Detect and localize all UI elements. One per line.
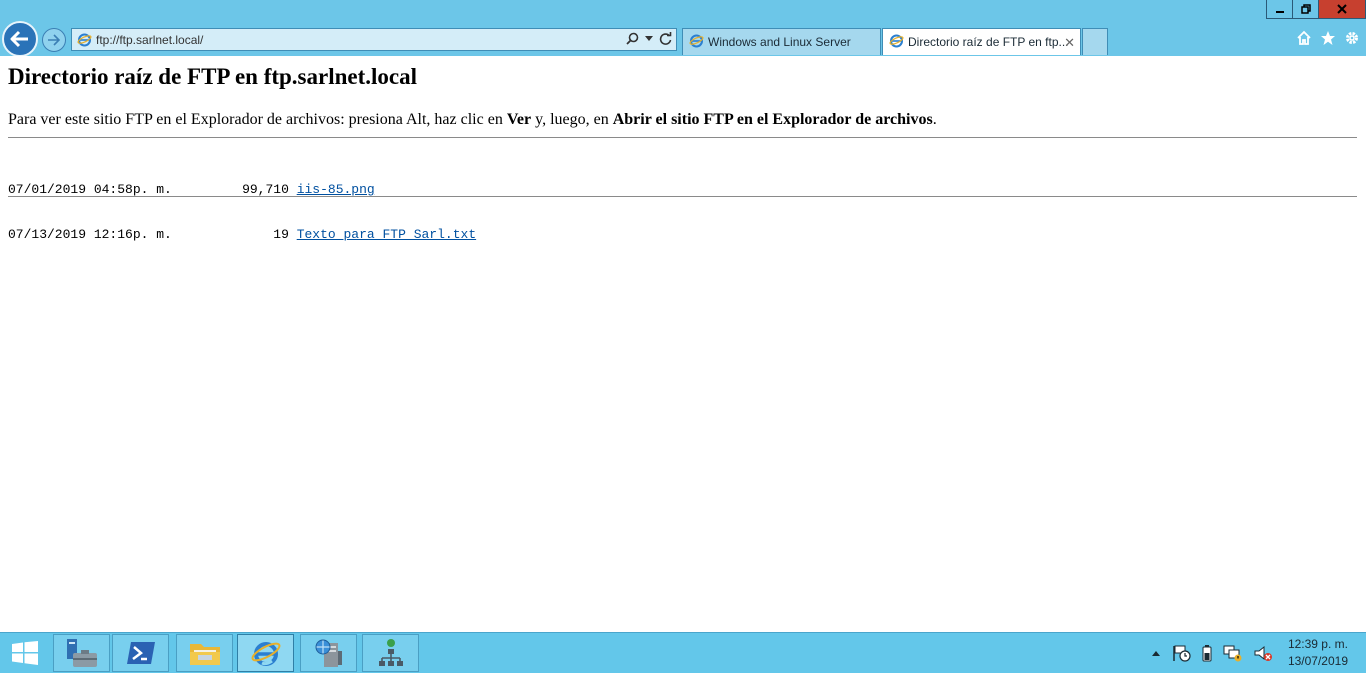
minimize-button[interactable] [1266,0,1293,19]
close-tab-icon[interactable]: ✕ [1064,35,1075,51]
file-row: 07/13/2019 12:16p. m. 19 Texto para FTP … [8,227,476,242]
instructions-text: Para ver este sitio FTP en el Explorador… [8,111,937,129]
close-window-button[interactable] [1318,0,1366,19]
server-manager-icon [66,639,97,667]
new-tab-button[interactable] [1082,28,1108,55]
forward-button[interactable] [42,28,66,52]
file-link[interactable]: iis-85.png [297,182,375,197]
instructions-ver: Ver [506,111,532,128]
taskbar-network-tool[interactable] [362,634,419,672]
page-title: Directorio raíz de FTP en ftp.sarlnet.lo… [8,64,418,89]
clock-time: 12:39 p. m. [1287,637,1348,651]
address-input[interactable] [96,31,616,48]
file-listing: 07/01/2019 04:58p. m. 99,710 iis-85.png … [8,152,476,272]
network-icon [378,639,403,666]
forward-arrow-icon [48,34,61,46]
instructions-mid: y, luego, en [531,111,613,128]
action-center-flag-icon[interactable] [1171,644,1191,662]
windows-logo-icon [12,641,38,665]
file-link[interactable]: Texto para FTP Sarl.txt [297,227,476,242]
restore-icon [1300,4,1311,14]
minimize-icon [1275,11,1284,13]
taskbar-internet-explorer[interactable] [237,634,294,672]
taskbar-iis-manager[interactable] [300,634,357,672]
restore-button[interactable] [1292,0,1319,19]
search-icon[interactable] [626,32,639,45]
file-size: 99,710 [242,182,289,197]
battery-icon[interactable] [1201,644,1213,662]
iis-manager-icon [315,639,342,667]
file-date: 07/13/2019 [8,227,87,242]
file-time: 04:58p. m. [93,182,172,197]
file-size: 19 [273,227,289,242]
divider-bottom [8,196,1357,197]
tab-ie-icon [889,33,904,51]
taskbar-file-explorer[interactable] [176,634,233,672]
home-icon[interactable] [1296,30,1312,46]
file-row: 07/01/2019 04:58p. m. 99,710 iis-85.png [8,182,476,197]
taskbar-server-manager[interactable] [53,634,110,672]
chevron-down-icon[interactable] [645,35,653,42]
divider-top [8,137,1357,138]
tab-label: Windows and Linux Server [708,35,851,49]
taskbar: 12:39 p. m. 13/07/2019 [0,632,1366,673]
start-button[interactable] [0,633,50,673]
instructions-abrir: Abrir el sitio FTP en el Explorador de a… [612,111,933,128]
tab-directorio-ftp[interactable]: Directorio raíz de FTP en ftp... ✕ [882,28,1081,55]
instructions-post: . [932,111,937,128]
powershell-icon [126,642,155,664]
page-content: Directorio raíz de FTP en ftp.sarlnet.lo… [0,56,1366,632]
tab-ie-icon [689,33,704,51]
file-time: 12:16p. m. [93,227,172,242]
file-explorer-icon [189,644,220,665]
clock-date: 13/07/2019 [1287,654,1348,668]
close-icon [1337,4,1347,14]
internet-explorer-icon [251,642,280,666]
window-controls [1266,0,1366,20]
tab-windows-linux-server[interactable]: Windows and Linux Server [682,28,881,55]
browser-tools [1296,30,1360,46]
volume-muted-icon[interactable] [1253,644,1273,662]
address-bar-actions [626,32,672,45]
taskbar-powershell[interactable] [112,634,169,672]
refresh-icon[interactable] [659,32,672,45]
system-tray: 12:39 p. m. 13/07/2019 [1146,633,1366,673]
tab-label: Directorio raíz de FTP en ftp... [908,35,1069,49]
network-tray-icon[interactable] [1223,644,1243,662]
address-bar[interactable] [71,28,677,51]
taskbar-clock[interactable]: 12:39 p. m. 13/07/2019 [1288,636,1348,670]
browser-chrome: Windows and Linux Server Directorio raíz… [0,0,1366,57]
instructions-pre: Para ver este sitio FTP en el Explorador… [8,111,507,128]
back-arrow-icon [10,30,28,48]
show-hidden-icons-icon[interactable] [1151,649,1161,657]
favorites-star-icon[interactable] [1320,30,1336,46]
back-button[interactable] [2,21,38,57]
gear-icon[interactable] [1344,30,1360,46]
page-ie-icon [77,32,92,52]
file-date: 07/01/2019 [8,182,87,197]
